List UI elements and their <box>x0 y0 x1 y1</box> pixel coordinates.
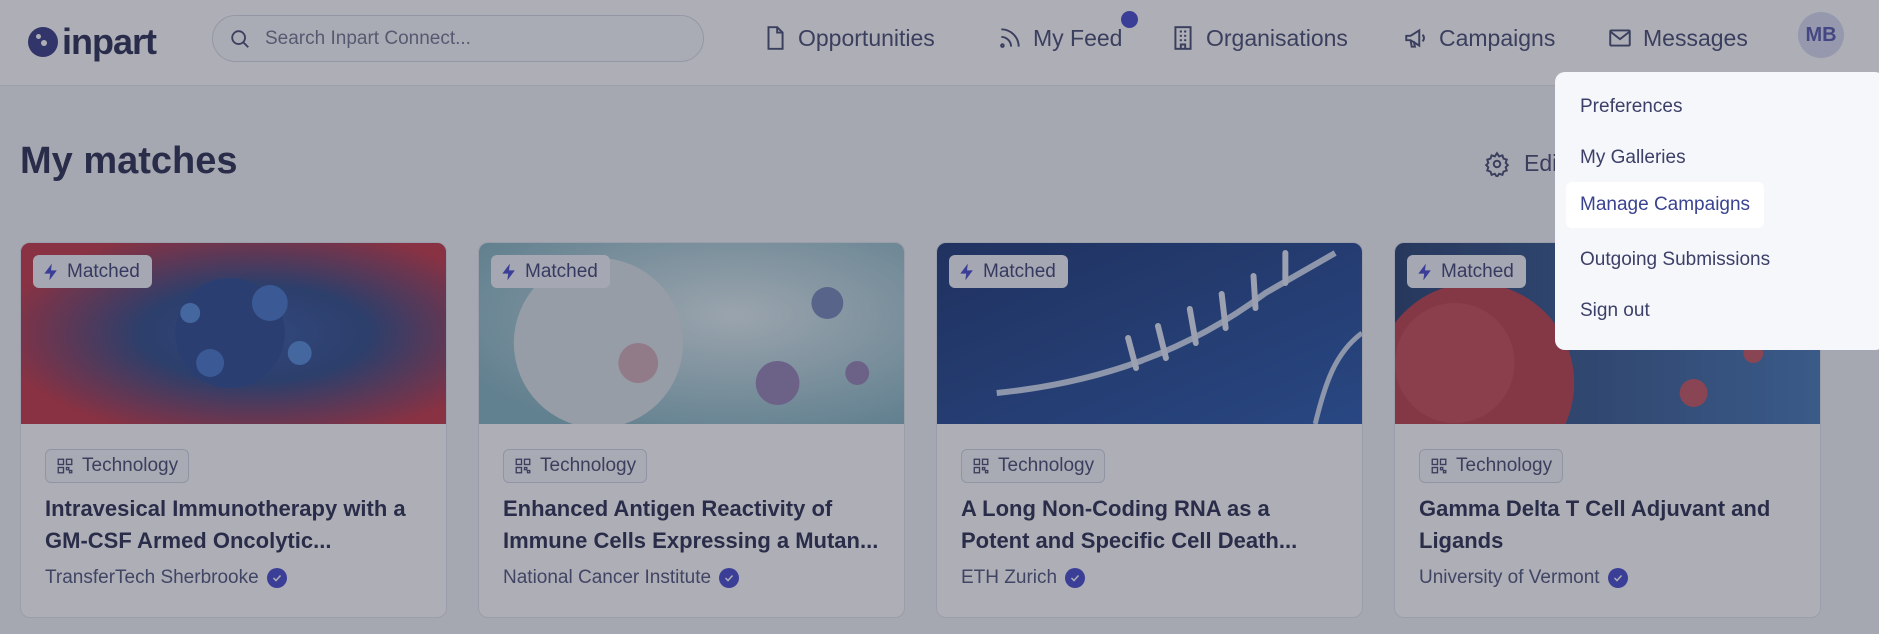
menu-item-sign-out[interactable]: Sign out <box>1580 300 1650 322</box>
menu-item-my-galleries[interactable]: My Galleries <box>1580 147 1686 169</box>
menu-item-manage-campaigns[interactable]: Manage Campaigns <box>1566 182 1765 228</box>
user-dropdown-menu: Preferences My Galleries Manage Campaign… <box>1555 72 1879 350</box>
menu-item-outgoing-submissions[interactable]: Outgoing Submissions <box>1580 249 1770 271</box>
menu-item-preferences[interactable]: Preferences <box>1580 96 1682 118</box>
